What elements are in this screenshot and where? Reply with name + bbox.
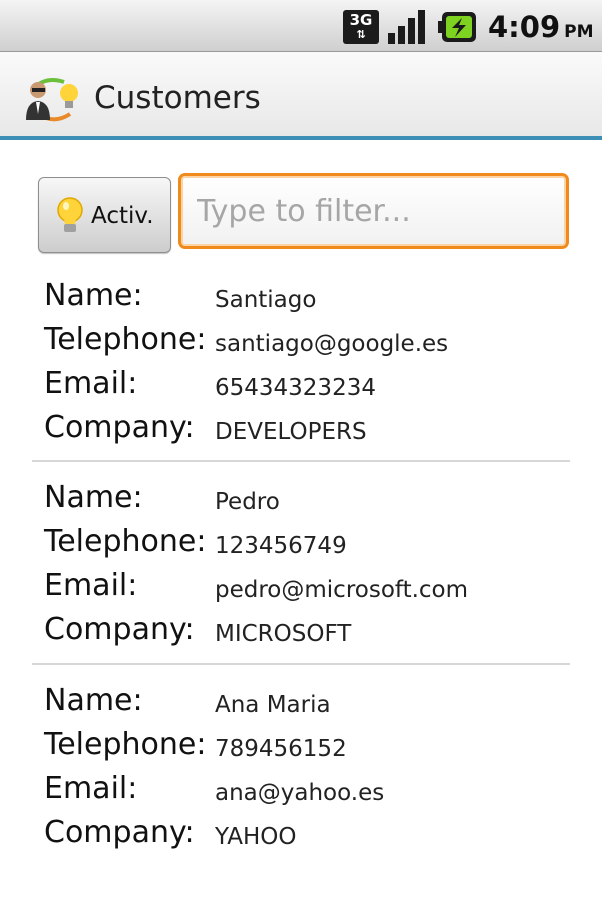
email-label: Email: <box>44 771 138 806</box>
telephone-value: santiago@google.es <box>215 331 449 357</box>
customer-item[interactable]: Name: Ana Maria Telephone: 789456152 Ema… <box>0 679 602 879</box>
telephone-value: 789456152 <box>215 736 347 762</box>
customer-email-row: Email: ana@yahoo.es <box>0 767 602 811</box>
customer-name-row: Name: Ana Maria <box>0 679 602 723</box>
activ-button-label: Activ. <box>91 203 154 229</box>
telephone-label: Telephone: <box>44 727 207 762</box>
status-clock: 4:09 PM <box>488 10 594 44</box>
company-label: Company: <box>44 612 195 647</box>
name-label: Name: <box>44 480 143 515</box>
customer-company-row: Company: DEVELOPERS <box>0 406 602 450</box>
name-label: Name: <box>44 683 143 718</box>
email-label: Email: <box>44 366 138 401</box>
email-label: Email: <box>44 568 138 603</box>
lightbulb-icon <box>57 197 83 232</box>
status-bar: 3G ⇅ 4:09 PM <box>0 0 602 52</box>
email-value: ana@yahoo.es <box>215 780 385 806</box>
activ-button[interactable]: Activ. <box>38 177 171 253</box>
battery-charging-icon <box>438 12 476 42</box>
page-title: Customers <box>94 80 261 116</box>
company-value: YAHOO <box>215 824 297 850</box>
customer-telephone-row: Telephone: 123456749 <box>0 520 602 564</box>
customers-app-icon <box>26 78 78 122</box>
customer-name-row: Name: Pedro <box>0 476 602 520</box>
company-label: Company: <box>44 410 195 445</box>
telephone-label: Telephone: <box>44 524 207 559</box>
company-value: MICROSOFT <box>215 621 352 647</box>
list-divider <box>32 663 570 665</box>
email-value: pedro@microsoft.com <box>215 577 469 603</box>
title-divider <box>0 136 602 140</box>
email-value: 65434323234 <box>215 375 376 401</box>
telephone-label: Telephone: <box>44 322 207 357</box>
company-value: DEVELOPERS <box>215 419 367 445</box>
name-label: Name: <box>44 278 143 313</box>
list-divider <box>32 460 570 462</box>
signal-strength-icon <box>388 10 425 44</box>
customer-telephone-row: Telephone: santiago@google.es <box>0 318 602 362</box>
telephone-value: 123456749 <box>215 533 347 559</box>
name-value: Pedro <box>215 489 280 515</box>
name-value: Santiago <box>215 287 317 313</box>
customer-email-row: Email: 65434323234 <box>0 362 602 406</box>
data-arrows-icon: ⇅ <box>356 28 366 41</box>
customer-name-row: Name: Santiago <box>0 274 602 318</box>
name-value: Ana Maria <box>215 692 331 718</box>
title-bar <box>0 52 602 136</box>
clock-ampm: PM <box>564 22 594 42</box>
customer-company-row: Company: MICROSOFT <box>0 608 602 652</box>
customer-company-row: Company: YAHOO <box>0 811 602 855</box>
network-type-label: 3G <box>349 11 373 29</box>
customer-telephone-row: Telephone: 789456152 <box>0 723 602 767</box>
company-label: Company: <box>44 815 195 850</box>
clock-time: 4:09 <box>488 10 561 44</box>
customer-item[interactable]: Name: Pedro Telephone: 123456749 Email: … <box>0 476 602 676</box>
customer-item[interactable]: Name: Santiago Telephone: santiago@googl… <box>0 274 602 474</box>
customer-email-row: Email: pedro@microsoft.com <box>0 564 602 608</box>
3g-network-icon: 3G ⇅ <box>343 10 379 44</box>
filter-input[interactable] <box>178 173 569 249</box>
